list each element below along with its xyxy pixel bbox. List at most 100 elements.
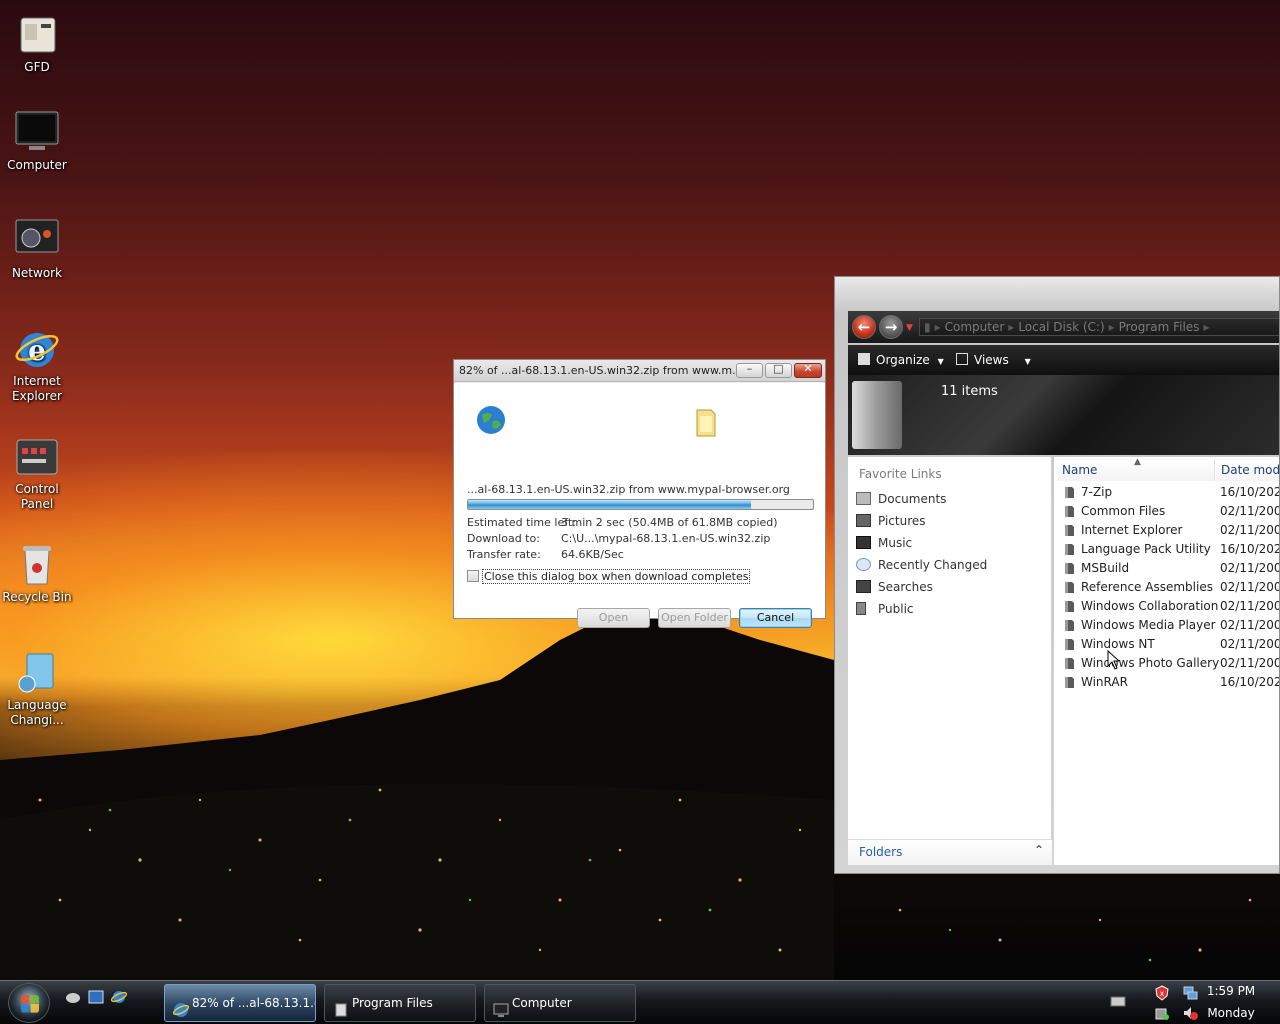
download-dialog-titlebar[interactable]: 82% of ...al-68.13.1.en-US.win32.zip fro… (454, 360, 825, 382)
chevron-down-icon: ▼ (1024, 357, 1031, 366)
file-row[interactable]: MSBuild 02/11/2006 (1054, 559, 1279, 578)
download-dialog: 82% of ...al-68.13.1.en-US.win32.zip fro… (453, 359, 826, 628)
arrow-left-icon: ← (857, 318, 871, 336)
favorite-link-label: Pictures (878, 514, 926, 528)
file-row[interactable]: Windows Collaboration02/11/2006 (1054, 597, 1279, 616)
download-dialog-body: ...al-68.13.1.en-US.win32.zip from www.m… (454, 383, 825, 628)
taskbar-button-label: 82% of ...al-68.13.1.e... (192, 996, 315, 1010)
column-header-name[interactable]: Name ▲ (1057, 459, 1215, 481)
breadcrumb-computer[interactable]: Computer (945, 320, 1005, 334)
desktop-icon-computer[interactable]: Computer (0, 110, 74, 173)
show-desktop-icon[interactable] (65, 989, 81, 1005)
file-row[interactable]: Windows NT02/11/2006 (1054, 635, 1279, 654)
file-row[interactable]: Language Pack Utility 16/10/2023 (1054, 540, 1279, 559)
close-when-done-label[interactable]: Close this dialog box when download comp… (482, 569, 751, 584)
favorite-link-public[interactable]: Public (856, 599, 1046, 619)
file-row[interactable]: Windows Photo Gallery02/11/2006 (1054, 654, 1279, 673)
sort-ascending-icon: ▲ (1134, 459, 1141, 467)
control-panel-icon (13, 434, 61, 480)
switch-windows-icon[interactable] (88, 989, 104, 1005)
breadcrumb-separator-icon[interactable]: ▸ (1109, 320, 1115, 334)
file-row[interactable]: 7-Zip 16/10/2023 (1054, 483, 1279, 502)
desktop-icon-network[interactable]: Network (0, 218, 74, 281)
keyboard-icon[interactable] (1110, 993, 1126, 1009)
column-header-date-modified[interactable]: Date modif (1216, 459, 1279, 481)
clock-day[interactable]: Monday (1196, 1006, 1266, 1020)
file-row[interactable]: Windows Media Player 02/11/2006 (1054, 616, 1279, 635)
item-count: 11 items (941, 384, 998, 399)
file-date-modified: 16/10/2023 (1220, 675, 1279, 689)
breadcrumb-separator-icon[interactable]: ▸ (1008, 320, 1014, 334)
views-label: Views (974, 353, 1009, 367)
favorite-link-pictures[interactable]: Pictures (856, 511, 1046, 531)
desktop-icon-control-panel[interactable]: Control Panel (0, 434, 74, 512)
explorer-toolbar: Organize ▼ Views ▼ (848, 345, 1279, 375)
minimize-icon: – (746, 362, 753, 375)
file-name: Reference Assemblies (1081, 580, 1213, 594)
open-folder-button[interactable]: Open Folder (658, 608, 731, 628)
close-button[interactable]: ✕ (794, 362, 822, 378)
favorite-link-label: Public (878, 602, 914, 616)
minimize-button[interactable]: – (736, 362, 763, 378)
file-row[interactable]: Internet Explorer 02/11/2006 (1054, 521, 1279, 540)
chevron-up-icon: ⌃ (1034, 843, 1045, 857)
file-name: WinRAR (1081, 675, 1128, 689)
organize-button[interactable]: Organize ▼ (858, 353, 944, 367)
favorite-link-recently-changed[interactable]: Recently Changed (856, 555, 1046, 575)
svg-text:x: x (1160, 989, 1165, 998)
maximize-button[interactable]: □ (765, 362, 792, 378)
taskbar-button-computer[interactable]: Computer (484, 984, 636, 1022)
file-row[interactable]: WinRAR 16/10/2023 (1054, 673, 1279, 692)
network-icon (13, 218, 61, 264)
start-button[interactable] (8, 983, 50, 1023)
recycle-bin-icon (13, 542, 61, 588)
file-row[interactable]: Reference Assemblies 02/11/2006 (1054, 578, 1279, 597)
breadcrumb-separator-icon[interactable]: ▸ (1203, 320, 1209, 334)
folder-icon (1063, 486, 1076, 499)
file-date-modified: 02/11/2006 (1220, 580, 1279, 594)
favorite-link-searches[interactable]: Searches (856, 577, 1046, 597)
taskbar-button-download[interactable]: 82% of ...al-68.13.1.e... (164, 984, 316, 1022)
file-name: Internet Explorer (1081, 523, 1183, 537)
forward-button[interactable]: → (879, 315, 903, 339)
organize-label: Organize (876, 353, 930, 367)
desktop-icon-internet-explorer[interactable]: e Internet Explorer (0, 326, 74, 404)
file-date-modified: 02/11/2006 (1220, 504, 1279, 518)
recent-pages-dropdown-icon[interactable]: ▼ (906, 323, 913, 333)
file-name: 7-Zip (1081, 485, 1113, 499)
taskbar-button-program-files[interactable]: Program Files (324, 984, 476, 1022)
close-when-done-checkbox[interactable] (467, 570, 479, 582)
recently-changed-icon (856, 558, 871, 571)
breadcrumb-separator-icon[interactable]: ▸ (935, 320, 941, 334)
file-name: Language Pack Utility (1081, 542, 1211, 556)
drive-icon[interactable] (1154, 1005, 1170, 1021)
favorite-link-label: Music (878, 536, 913, 550)
documents-icon (856, 492, 871, 505)
desktop-icon-language-changer[interactable]: Language Changi... (0, 650, 74, 728)
back-button[interactable]: ← (852, 315, 876, 339)
download-to-value: C:\U...\mypal-68.13.1.en-US.win32.zip (561, 532, 771, 545)
views-button[interactable]: Views ▼ (956, 353, 1031, 367)
file-date-modified: 02/11/2006 (1220, 561, 1279, 575)
favorite-link-music[interactable]: Music (856, 533, 1046, 553)
clock-time[interactable]: 1:59 PM (1196, 984, 1266, 998)
taskbar: 82% of ...al-68.13.1.e... Program Files … (0, 980, 1280, 1024)
desktop-icon-label: Internet Explorer (12, 374, 62, 403)
desktop-icon-gfd[interactable]: GFD (0, 12, 74, 75)
address-input[interactable]: ▮ ▸ Computer ▸ Local Disk (C:) ▸ Program Files… (919, 318, 1279, 336)
breadcrumb-program-files[interactable]: Program Files (1119, 320, 1200, 334)
desktop-icon-label: Control Panel (15, 482, 59, 511)
open-button[interactable]: Open (577, 608, 650, 628)
favorite-link-label: Searches (878, 580, 933, 594)
desktop-icon-recycle-bin[interactable]: Recycle Bin (0, 542, 74, 605)
breadcrumb-local-disk[interactable]: Local Disk (C:) (1018, 320, 1104, 334)
internet-explorer-icon[interactable] (110, 989, 128, 1005)
favorite-link-documents[interactable]: Documents (856, 489, 1046, 509)
folders-toggle[interactable]: Folders ⌃ (848, 839, 1052, 865)
file-date-modified: 02/11/2006 (1220, 656, 1279, 670)
file-date-modified: 02/11/2006 (1220, 618, 1279, 632)
cancel-button[interactable]: Cancel (739, 608, 812, 628)
time-left-value: 3 min 2 sec (50.4MB of 61.8MB copied) (561, 516, 778, 529)
security-alert-icon[interactable]: x (1154, 985, 1170, 1001)
file-row[interactable]: Common Files 02/11/2006 (1054, 502, 1279, 521)
